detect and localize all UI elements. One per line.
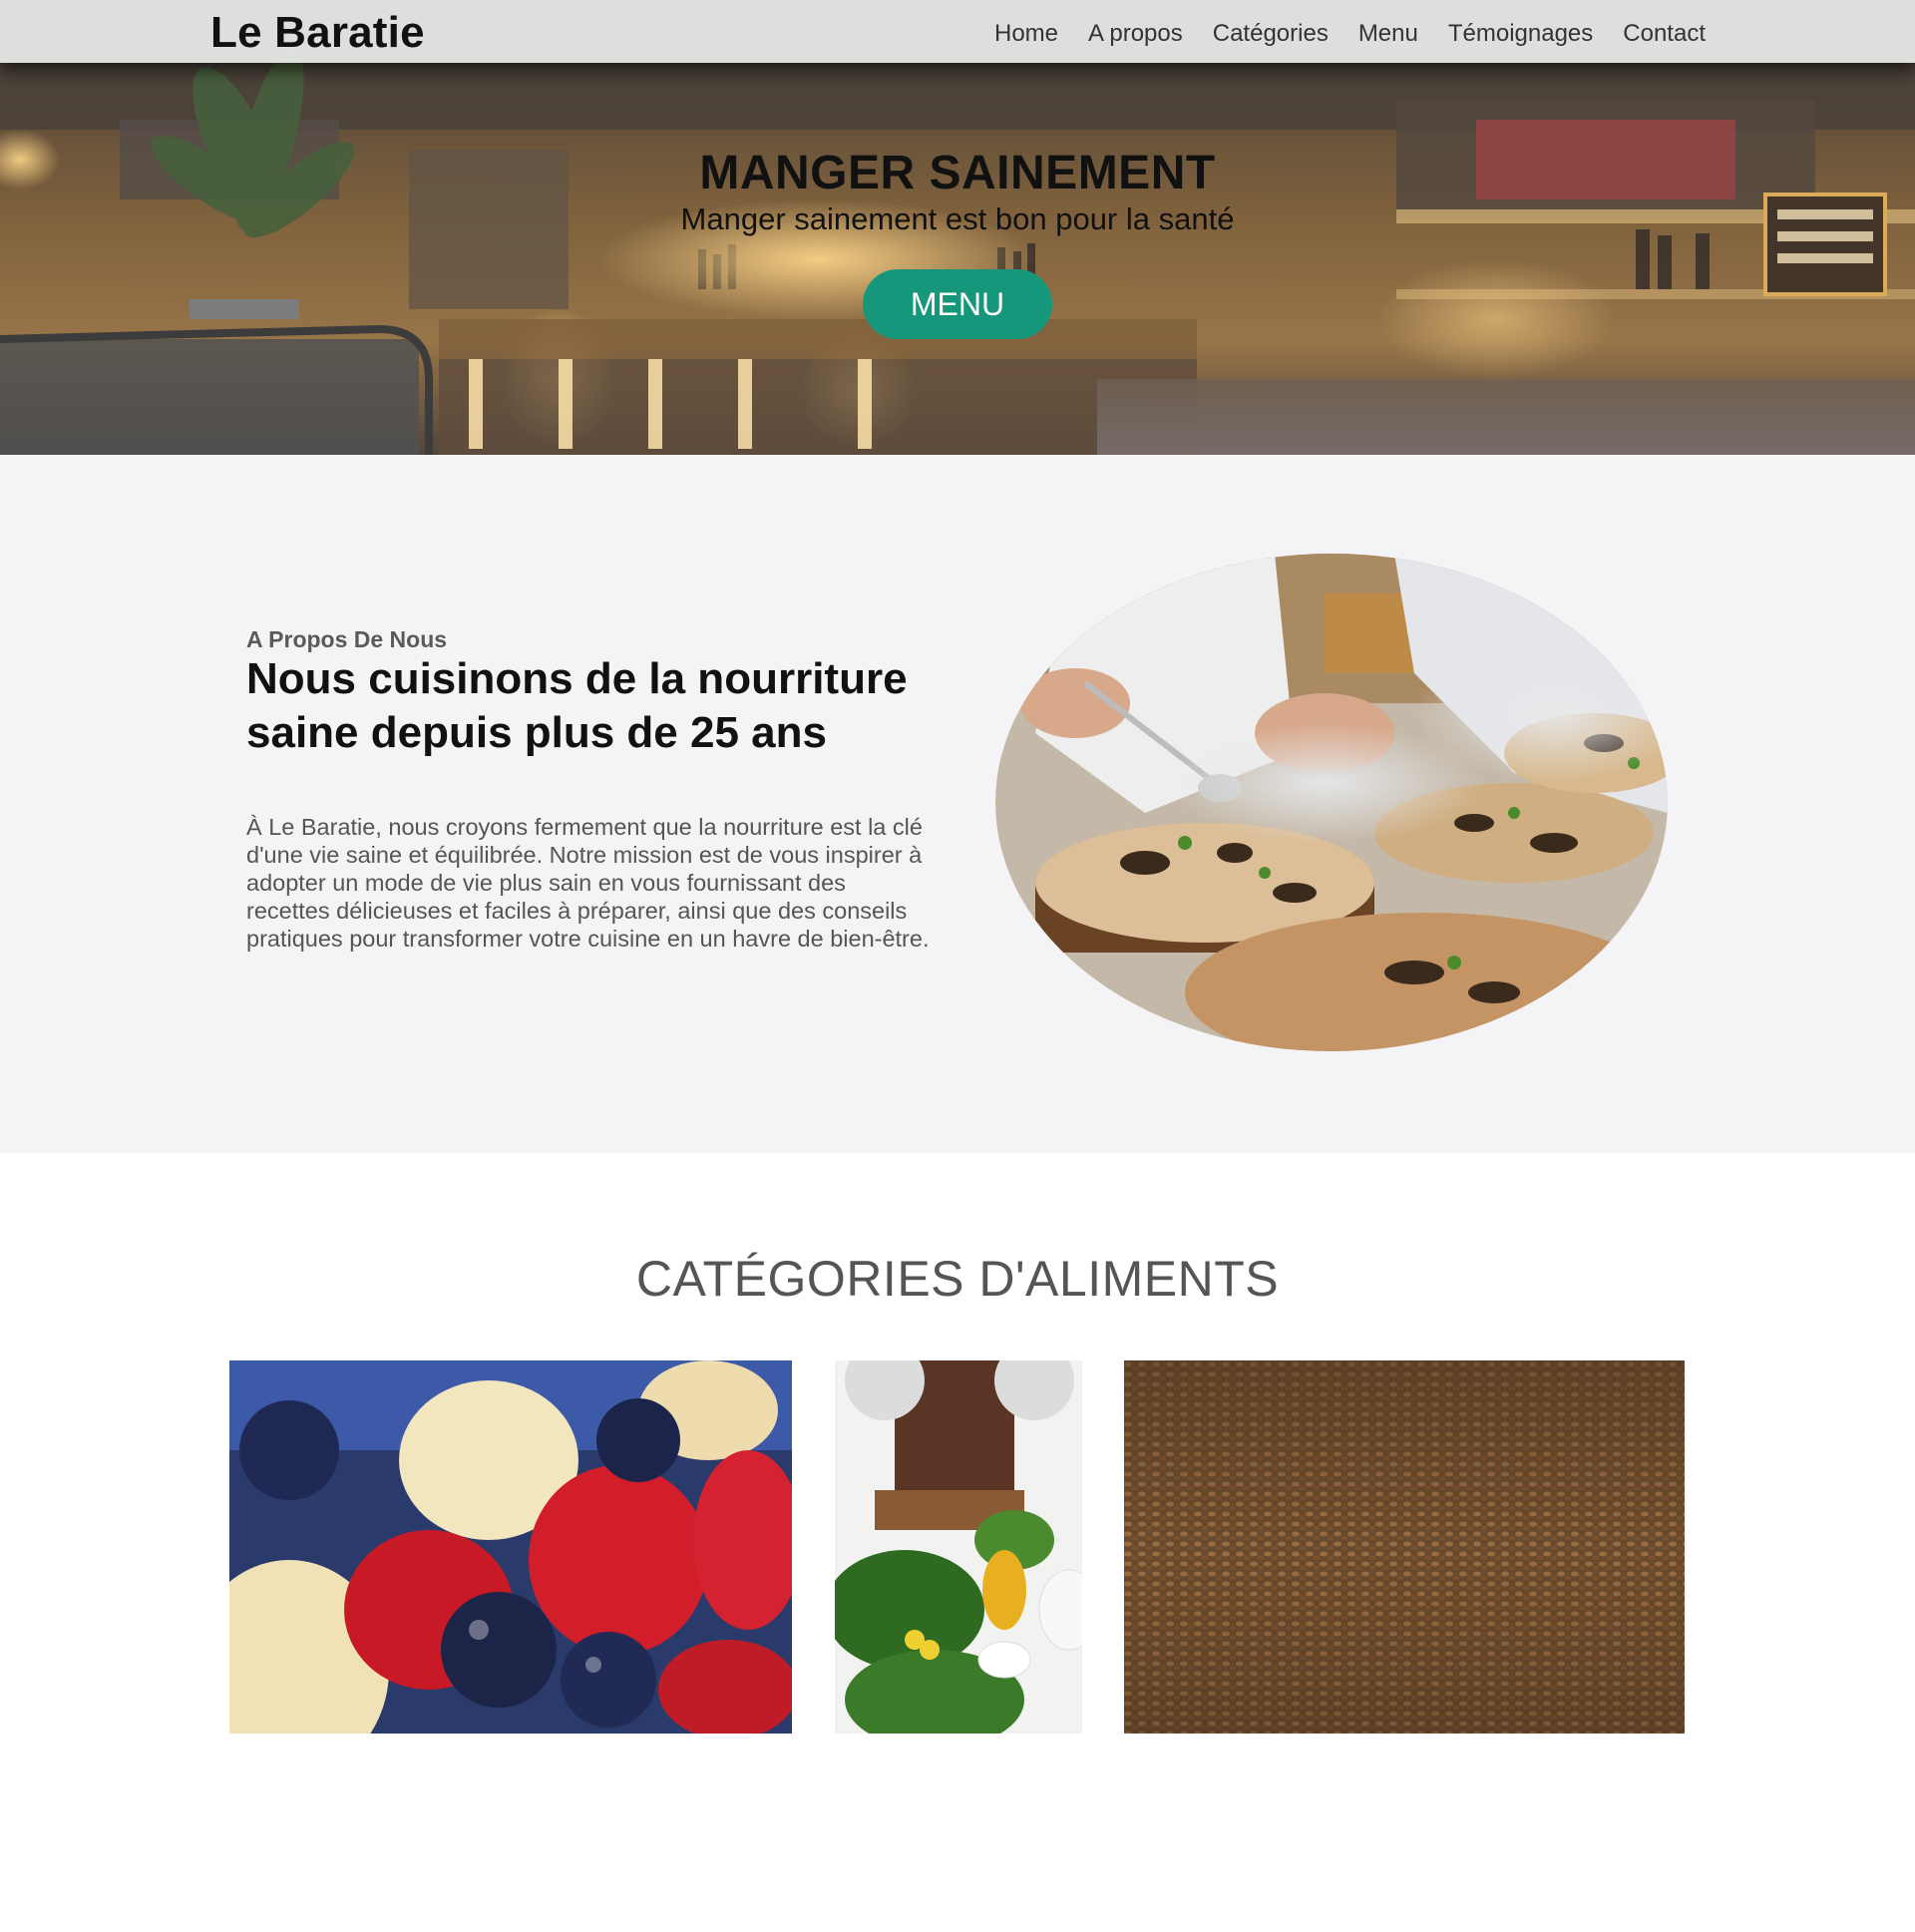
about-section: A Propos De Nous Nous cuisinons de la no… xyxy=(0,455,1915,1153)
nav-item-categories: Catégories xyxy=(1213,20,1329,48)
nav-item-menu: Menu xyxy=(1358,20,1418,48)
nav-item-contact: Contact xyxy=(1623,20,1706,48)
vegetables-photo[interactable] xyxy=(835,1360,1082,1734)
nav-link-contact[interactable]: Contact xyxy=(1623,20,1706,47)
nav-link-menu[interactable]: Menu xyxy=(1358,20,1418,47)
nav-item-about: A propos xyxy=(1088,20,1183,48)
nav-item-home: Home xyxy=(994,20,1058,48)
nav-menu: Home A propos Catégories Menu Témoignage… xyxy=(994,20,1706,48)
nav-link-about[interactable]: A propos xyxy=(1088,20,1183,47)
about-heading: Nous cuisinons de la nourriture saine de… xyxy=(246,654,908,757)
hero-title: MANGER SAINEMENT xyxy=(699,147,1216,199)
nav-link-testimonials[interactable]: Témoignages xyxy=(1448,20,1593,47)
hero-section: Le Baratie Home A propos Catégories Menu… xyxy=(0,0,1915,455)
menu-button[interactable]: MENU xyxy=(863,269,1052,339)
top-navbar: Le Baratie Home A propos Catégories Menu… xyxy=(0,0,1915,63)
fruits-photo[interactable] xyxy=(229,1360,792,1734)
nav-link-home[interactable]: Home xyxy=(994,20,1058,47)
categories-title: CATÉGORIES D'ALIMENTS xyxy=(635,1251,1280,1307)
brand-logo[interactable]: Le Baratie xyxy=(210,8,425,58)
nav-item-testimonials: Témoignages xyxy=(1448,20,1593,48)
grains-photo[interactable] xyxy=(1124,1360,1685,1734)
about-text: À Le Baratie, nous croyons fermement que… xyxy=(246,814,930,952)
nav-link-categories[interactable]: Catégories xyxy=(1213,20,1329,47)
chef-plating-photo xyxy=(995,554,1668,1051)
hero-subtitle: Manger sainement est bon pour la santé xyxy=(680,201,1235,236)
about-kicker: A Propos De Nous xyxy=(246,626,448,652)
